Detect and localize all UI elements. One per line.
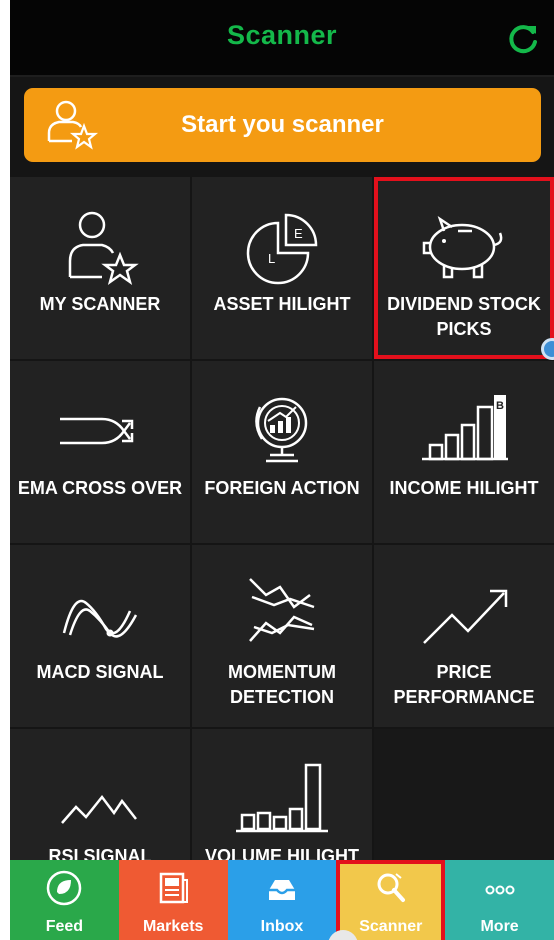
cross-arrows-icon — [60, 417, 134, 445]
tile-momentum-detection[interactable]: MOMENTUM DETECTION — [192, 545, 372, 727]
user-star-icon — [68, 211, 139, 286]
start-scanner-label: Start you scanner — [181, 111, 384, 138]
tab-scanner[interactable]: Scanner — [336, 860, 446, 940]
bar-chart-icon: B — [422, 395, 508, 461]
tile-label: DIVIDEND STOCK PICKS — [387, 294, 541, 339]
tab-label: More — [480, 918, 519, 935]
inbox-icon — [268, 880, 295, 900]
tile-label: PRICE PERFORMANCE — [393, 662, 535, 707]
refresh-icon[interactable] — [506, 22, 540, 56]
tile-label: FOREIGN ACTION — [204, 478, 360, 498]
zigzag-icon — [61, 794, 137, 824]
volume-bars-icon — [236, 763, 328, 833]
svg-text:L: L — [268, 251, 275, 266]
tile-label: EMA CROSS OVER — [17, 478, 183, 498]
app-header: Scanner — [10, 0, 554, 77]
sine-wave-icon — [62, 599, 138, 638]
tile-ema-cross-over[interactable]: EMA CROSS OVER — [10, 361, 190, 543]
tile-label: MOMENTUM DETECTION — [228, 662, 336, 707]
tab-label: Inbox — [260, 918, 304, 935]
pie-chart-icon: E L — [246, 213, 318, 285]
tile-price-performance[interactable]: PRICE PERFORMANCE — [374, 545, 554, 727]
tile-label: MY SCANNER — [39, 294, 161, 314]
page-title: Scanner — [226, 20, 338, 50]
search-icon — [377, 873, 405, 902]
tab-more[interactable]: More — [445, 860, 554, 940]
tile-dividend-stock-picks[interactable]: DIVIDEND STOCK PICKS — [374, 177, 554, 359]
tab-label: Feed — [45, 918, 84, 935]
tile-income-hilight[interactable]: B INCOME HILIGHT — [374, 361, 554, 543]
tile-asset-hilight[interactable]: E L ASSET HILIGHT — [192, 177, 372, 359]
tile-my-scanner[interactable]: MY SCANNER — [10, 177, 190, 359]
scanner-screen: Scanner Start you scanner MY SCANNER E L… — [10, 0, 554, 940]
svg-text:B: B — [496, 400, 504, 412]
globe-chart-icon — [255, 397, 308, 463]
tab-markets[interactable]: Markets — [118, 860, 228, 940]
tab-label: Markets — [142, 918, 204, 935]
tab-inbox[interactable]: Inbox — [227, 860, 337, 940]
piggy-bank-icon — [422, 215, 503, 279]
tile-foreign-action[interactable]: FOREIGN ACTION — [192, 361, 372, 543]
newspaper-icon — [159, 872, 189, 904]
svg-text:E: E — [294, 226, 303, 241]
tab-feed[interactable]: Feed — [10, 860, 119, 940]
bottom-tab-bar: Feed Markets Inbox Scanner More — [10, 860, 554, 940]
leaf-icon — [47, 870, 82, 906]
tile-label: ASSET HILIGHT — [213, 294, 351, 314]
start-scanner-button[interactable]: Start you scanner — [24, 88, 541, 162]
momentum-icon — [249, 578, 315, 642]
tile-label: INCOME HILIGHT — [389, 478, 539, 498]
trend-up-icon — [423, 589, 508, 644]
more-dots-icon — [485, 885, 515, 895]
tile-macd-signal[interactable]: MACD SIGNAL — [10, 545, 190, 727]
tile-label: MACD SIGNAL — [36, 662, 164, 682]
